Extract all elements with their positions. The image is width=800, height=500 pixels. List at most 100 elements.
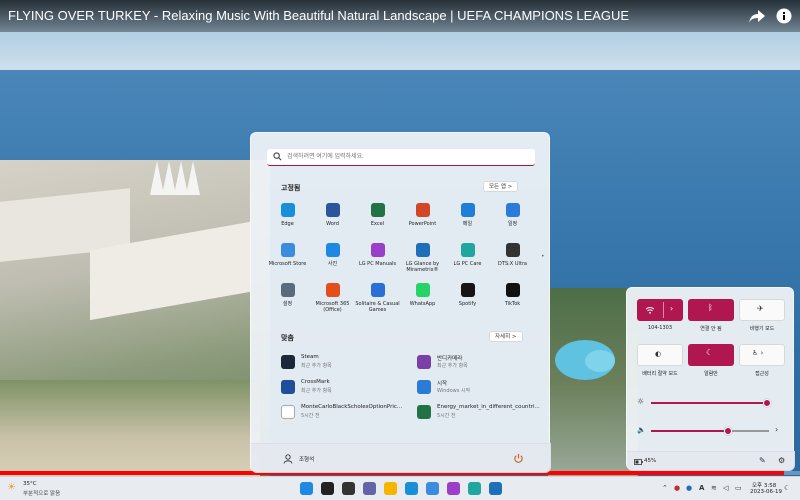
recommended-item[interactable]: 반디카메라 최근 추가 항목 <box>417 353 557 373</box>
user-icon[interactable] <box>283 454 293 464</box>
wifi-toggle[interactable]: › <box>637 299 683 321</box>
pinned-app[interactable]: WhatsApp <box>400 283 445 307</box>
edge-icon[interactable] <box>405 482 418 495</box>
tray-app-icon[interactable]: ● <box>686 484 692 492</box>
edge-icon <box>280 203 295 217</box>
notification-icon[interactable]: ☾ <box>784 484 790 492</box>
bluetooth-toggle[interactable]: ᛒ <box>688 299 734 321</box>
pinned-app[interactable]: Solitaire & Casual Games <box>355 283 400 313</box>
volume-thumb[interactable] <box>723 427 732 435</box>
all-apps-button[interactable]: 모든 앱 > <box>483 181 519 192</box>
volume-fill <box>651 430 728 432</box>
weather-temperature[interactable]: 35°C <box>23 481 37 487</box>
search-icon[interactable] <box>321 482 334 495</box>
file-explorer-icon[interactable] <box>384 482 397 495</box>
recommended-item-subtitle: 5시간 전 <box>437 413 456 419</box>
volume-slider[interactable]: 🔈 › <box>637 425 787 436</box>
pinned-app[interactable]: TikTok <box>490 283 535 307</box>
brightness-slider[interactable]: ☼ <box>637 397 787 408</box>
chevron-right-icon[interactable]: › <box>775 425 778 434</box>
pinned-app-label: Edge <box>281 221 294 227</box>
pinned-app[interactable]: 설정 <box>265 283 310 307</box>
tips-icon <box>417 380 431 394</box>
page-indicator[interactable]: • <box>541 253 545 260</box>
recommended-item-subtitle: 최근 추가 항목 <box>437 363 468 369</box>
share-icon[interactable] <box>748 8 766 24</box>
chevron-right-icon[interactable]: › <box>670 304 673 313</box>
start-icon[interactable] <box>300 482 313 495</box>
pinned-app[interactable]: Edge <box>265 203 310 227</box>
pinned-app[interactable]: 메일 <box>445 203 490 227</box>
pinned-app[interactable]: LG PC Care <box>445 243 490 267</box>
info-icon[interactable] <box>775 8 793 24</box>
ime-indicator[interactable]: A <box>699 484 704 492</box>
accessibility-toggle[interactable]: ♿ › <box>739 344 785 366</box>
wifi-icon[interactable]: ≋ <box>711 484 717 492</box>
recommended-item[interactable]: MonteCarloBlackScholesOptionPric... 5시간 전 <box>281 403 421 423</box>
task-view-icon[interactable] <box>342 482 355 495</box>
recommended-title: 맞춤 <box>281 334 294 342</box>
wifi-label: 104-1303 <box>647 325 673 331</box>
start-search-box[interactable] <box>267 149 535 166</box>
pinned-app-label: DTS:X Ultra <box>498 261 527 267</box>
pinned-app-label: Microsoft Store <box>268 261 307 267</box>
focus-assist-toggle[interactable]: ☾ <box>688 344 734 366</box>
volume-icon[interactable]: ◁ <box>723 484 728 492</box>
battery-icon[interactable]: ▭ <box>735 484 742 492</box>
weather-icon[interactable]: ☀ <box>7 482 16 493</box>
pinned-app[interactable]: Spotify <box>445 283 490 307</box>
edit-icon[interactable]: ✎ <box>759 456 766 465</box>
recommended-item-name: 반디카메라 <box>437 356 463 362</box>
video-title[interactable]: FLYING OVER TURKEY - Relaxing Music With… <box>8 8 629 23</box>
pinned-app-label: LG PC Manuals <box>358 261 397 267</box>
brightness-thumb[interactable] <box>762 399 771 407</box>
search-icon <box>273 152 282 161</box>
recommended-item[interactable]: Energy_market_in_different_countri... 5시간… <box>417 403 557 423</box>
start-menu: 고정됨 모든 앱 > Edge Word Excel PowerPoint 메일 일정 Mi… <box>250 132 551 473</box>
pinned-app[interactable]: LG PC Manuals <box>355 243 400 267</box>
glance-icon <box>415 243 430 257</box>
app-icon[interactable] <box>447 482 460 495</box>
pinned-app[interactable]: DTS:X Ultra <box>490 243 535 267</box>
pc-care-icon <box>460 243 475 257</box>
battery-percentage[interactable]: 45% <box>644 458 656 464</box>
user-name[interactable]: 조형석 <box>299 455 314 463</box>
power-icon[interactable] <box>513 453 524 464</box>
resort-area <box>548 288 638 476</box>
pinned-app-label: TikTok <box>504 301 521 307</box>
chevron-up-icon[interactable]: ⌃ <box>662 484 668 492</box>
video-title-bar: FLYING OVER TURKEY - Relaxing Music With… <box>0 0 800 32</box>
pinned-app[interactable]: 일정 <box>490 203 535 227</box>
pinned-app[interactable]: Word <box>310 203 355 227</box>
quick-settings-footer: 45% ✎ ⚙ <box>627 451 795 471</box>
more-button[interactable]: 자세히 > <box>489 331 523 342</box>
pinned-app[interactable]: 사진 <box>310 243 355 267</box>
solitaire-icon <box>370 283 385 297</box>
recommended-item[interactable]: CrossMark 최근 추가 항목 <box>281 378 421 398</box>
bluetooth-icon: ᛒ <box>708 303 713 312</box>
recommended-item[interactable]: Steam 최근 추가 항목 <box>281 353 421 373</box>
battery-saver-toggle[interactable]: ◐ <box>637 344 683 366</box>
pinned-app[interactable]: LG Glance by Mirametrix® <box>400 243 445 273</box>
pinned-app[interactable]: Microsoft 365 (Office) <box>310 283 355 313</box>
pinned-app-label: Solitaire & Casual Games <box>355 301 400 313</box>
glance-icon[interactable] <box>489 482 502 495</box>
antivirus-icon[interactable]: ● <box>674 484 680 492</box>
search-input[interactable] <box>287 150 527 164</box>
store-icon[interactable] <box>426 482 439 495</box>
taskbar: ☀ 35°C 부분적으로 맑음 ⌃ ● ● A ≋ ◁ ▭ 오후 3:58 20… <box>0 476 800 500</box>
moon-icon: ☾ <box>706 348 714 357</box>
pinned-app[interactable]: PowerPoint <box>400 203 445 227</box>
pc-care-icon[interactable] <box>468 482 481 495</box>
pinned-app[interactable]: Microsoft Store <box>265 243 310 267</box>
airplane-toggle[interactable]: ✈ <box>739 299 785 321</box>
pinned-app[interactable]: Excel <box>355 203 400 227</box>
recommended-item[interactable]: 시작 Windows 시작 <box>417 378 557 398</box>
chat-icon[interactable] <box>363 482 376 495</box>
clock-date[interactable]: 2023-06-19 <box>750 489 782 495</box>
battery-saver-label: 배터리 절약 모드 <box>642 371 678 377</box>
clock-time[interactable]: 오후 3:58 <box>752 481 776 489</box>
weather-description[interactable]: 부분적으로 맑음 <box>23 489 60 497</box>
settings-icon[interactable]: ⚙ <box>778 456 785 465</box>
brightness-icon: ☼ <box>637 397 645 406</box>
